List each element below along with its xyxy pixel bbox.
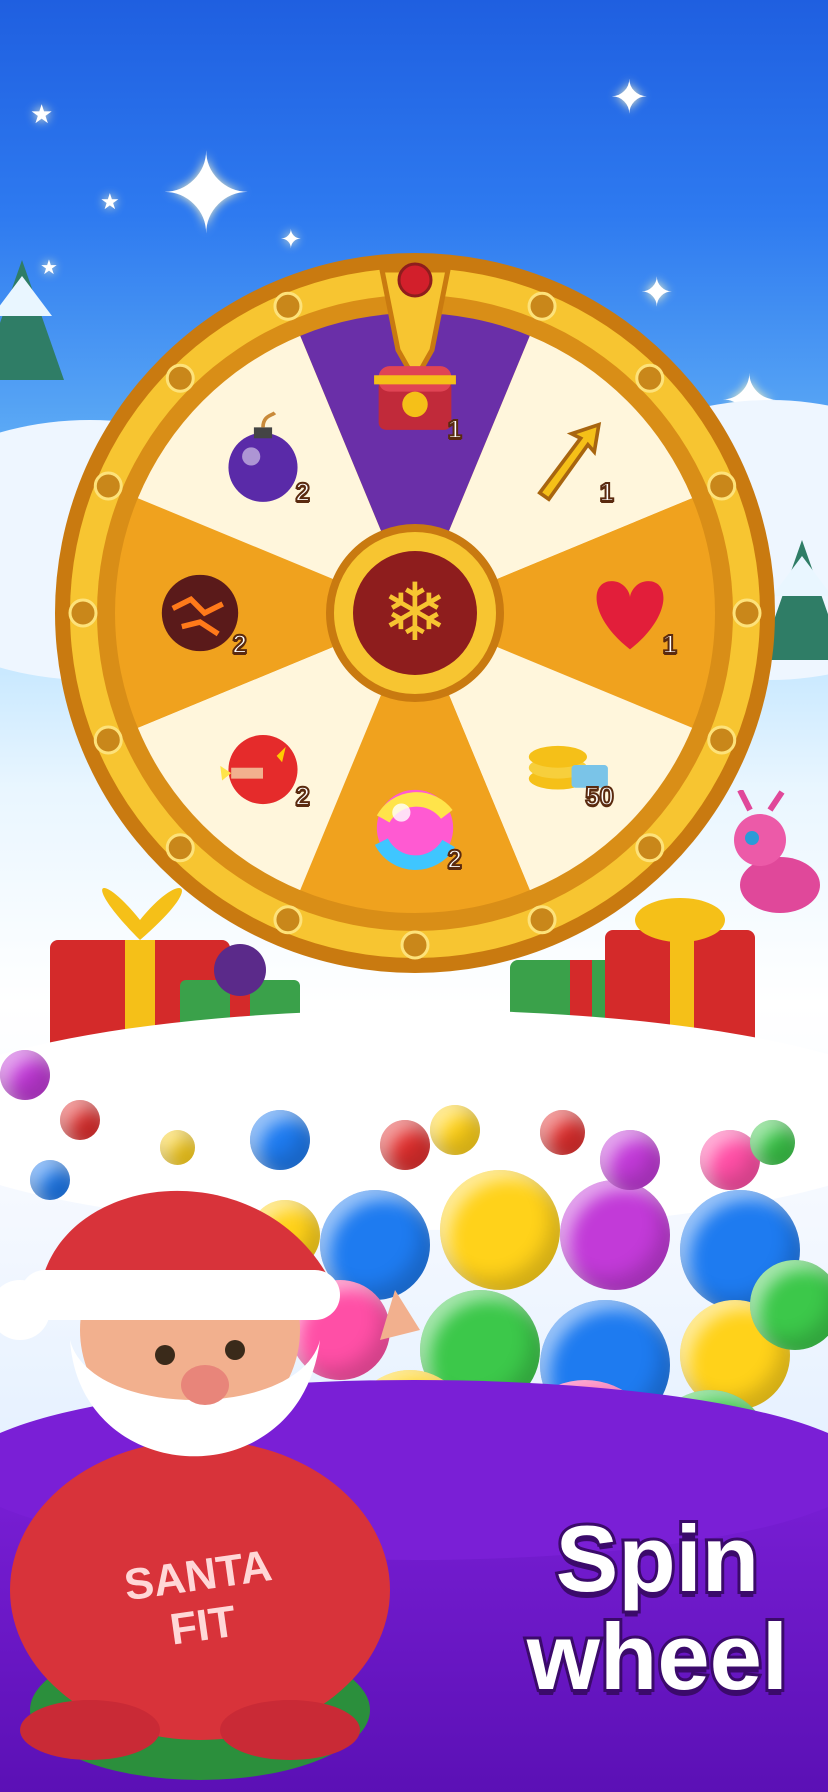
bubble [0, 1050, 50, 1100]
wheel-prize-lava-ball: 2 [145, 558, 255, 668]
wheel-peg [635, 363, 665, 393]
pink-deer [734, 790, 820, 913]
wheel-prize-arrow: 1 [512, 406, 622, 516]
wheel-peg [273, 291, 303, 321]
wheel-prize-bomb: 2 [208, 406, 318, 516]
wheel-prize-firework-bomb: 2 [208, 710, 318, 820]
wheel-prize-chest: 1 [360, 343, 470, 453]
bubble [60, 1100, 100, 1140]
star-icon: ★ [100, 190, 120, 215]
wheel-peg [707, 725, 737, 755]
prize-count: 1 [661, 628, 678, 660]
bubble [560, 1180, 670, 1290]
bubble [440, 1170, 560, 1290]
wheel-peg [400, 930, 430, 960]
game-promo-scene: ✦ ✦ ★ ★ ✦ ✦ ✦ ★ ❄ 111502222 [0, 0, 828, 1792]
wheel-peg [732, 598, 762, 628]
banner-title: Spin wheel [524, 1506, 791, 1709]
bubble [250, 1110, 310, 1170]
wheel-peg [165, 833, 195, 863]
star-icon: ★ [30, 100, 54, 130]
bubble [600, 1130, 660, 1190]
wheel-prize-coins: 50 [512, 710, 622, 820]
prize-count: 2 [294, 476, 311, 508]
wheel-peg [165, 363, 195, 393]
wheel-prize-heart: 1 [575, 558, 685, 668]
wheel-peg [93, 725, 123, 755]
wheel-peg [707, 471, 737, 501]
star-icon: ✦ [610, 70, 649, 124]
prize-count: 2 [294, 780, 311, 812]
title-line-2: wheel [524, 1604, 791, 1709]
spin-wheel[interactable]: ❄ 1 1 1 50 2 2 2 2 [52, 250, 778, 976]
prize-count: 2 [231, 628, 248, 660]
shirt-text-fit: FIT [167, 1597, 239, 1655]
star-icon: ✦ [160, 130, 253, 258]
wheel-peg [93, 471, 123, 501]
wheel-peg [635, 833, 665, 863]
prize-count: 1 [446, 413, 463, 445]
bubble [540, 1110, 585, 1155]
wheel-peg [68, 598, 98, 628]
santa-character: SANTA FIT [0, 1190, 420, 1780]
wheel-prize-rainbow-bubble: 2 [360, 773, 470, 883]
bubble [160, 1130, 195, 1165]
prize-count: 2 [446, 843, 463, 875]
wheel-peg [527, 291, 557, 321]
title-line-1: Spin [553, 1506, 763, 1611]
bubble [750, 1120, 795, 1165]
bubble [380, 1120, 430, 1170]
prize-count: 50 [584, 780, 615, 812]
svg-text:❄: ❄ [381, 566, 448, 659]
prize-count: 1 [599, 476, 616, 508]
bubble [430, 1105, 480, 1155]
